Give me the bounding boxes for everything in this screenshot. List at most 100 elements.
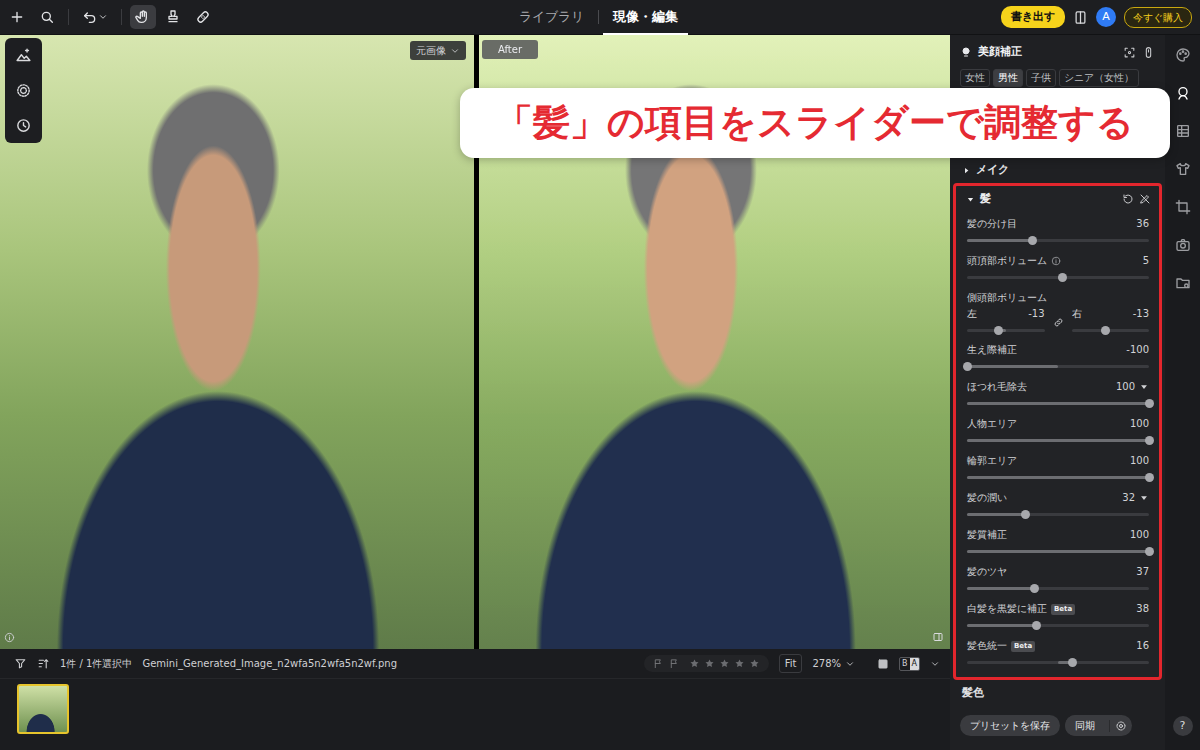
slider-value[interactable]: -13: [1133, 306, 1149, 322]
slider-track[interactable]: [967, 661, 1149, 664]
flag-icon[interactable]: [653, 658, 664, 669]
star-icon[interactable]: [749, 658, 760, 669]
undo-tool-button[interactable]: [77, 5, 113, 29]
reject-flag-icon[interactable]: [669, 658, 680, 669]
slider-track[interactable]: [967, 365, 1149, 368]
slider-knob[interactable]: [1145, 436, 1154, 445]
avatar[interactable]: A: [1096, 7, 1116, 27]
makeup-section[interactable]: メイク: [950, 159, 1165, 181]
filter-icon[interactable]: [14, 657, 27, 670]
star-icon[interactable]: [704, 658, 715, 669]
undo-icon[interactable]: [82, 9, 98, 25]
slider-value[interactable]: 32: [1122, 490, 1135, 506]
crop-icon[interactable]: [1175, 199, 1191, 215]
slider-track[interactable]: [967, 550, 1149, 553]
help-button[interactable]: ?: [1173, 716, 1193, 736]
section-label[interactable]: 髪: [980, 191, 1117, 207]
rail-button[interactable]: [1175, 237, 1191, 253]
slider-value[interactable]: -100: [1126, 342, 1149, 358]
panel-toggle-icon[interactable]: [932, 631, 944, 643]
star-icon[interactable]: [719, 658, 730, 669]
slider-value[interactable]: 100: [1130, 527, 1149, 543]
slider-value[interactable]: 16: [1136, 638, 1149, 654]
export-button[interactable]: 書き出す: [1001, 6, 1065, 29]
slider-track[interactable]: [967, 624, 1149, 627]
search-icon[interactable]: [39, 9, 55, 25]
preset-tag[interactable]: 女性: [960, 69, 990, 87]
slider-value[interactable]: 100: [1116, 379, 1135, 395]
mode-tab[interactable]: 現像・編集: [603, 0, 688, 35]
settings-icon[interactable]: [1109, 720, 1132, 732]
heal-tool-button[interactable]: [190, 5, 216, 29]
slider-value[interactable]: 36: [1136, 216, 1149, 232]
slider-knob[interactable]: [1101, 326, 1110, 335]
auto-icon[interactable]: [15, 47, 32, 64]
slider-track[interactable]: [1072, 329, 1150, 332]
before-label[interactable]: 元画像: [416, 43, 446, 58]
expand-icon[interactable]: [1139, 493, 1149, 503]
disable-edit-icon[interactable]: [1139, 193, 1151, 205]
rail-button[interactable]: [1175, 47, 1191, 63]
history-icon[interactable]: [15, 117, 32, 134]
section-label[interactable]: 髪色: [950, 680, 1165, 701]
heal-icon[interactable]: [195, 9, 211, 25]
stamp-icon[interactable]: [165, 9, 181, 25]
rail-button[interactable]: [1175, 275, 1191, 291]
star-icon[interactable]: [689, 658, 700, 669]
slider-track[interactable]: [967, 587, 1149, 590]
palette-icon[interactable]: [1175, 47, 1191, 63]
compare-toggle-icon[interactable]: [1142, 46, 1155, 59]
add-icon[interactable]: [9, 9, 25, 25]
slider-knob[interactable]: [963, 362, 972, 371]
slider-knob[interactable]: [1145, 473, 1154, 482]
add-tool-button[interactable]: [4, 5, 30, 29]
single-view-icon[interactable]: [877, 658, 889, 670]
chevron-down-icon[interactable]: [930, 659, 940, 669]
shirt-icon[interactable]: [1175, 161, 1191, 177]
fit-button[interactable]: Fit: [779, 654, 803, 673]
expand-icon[interactable]: [962, 166, 971, 175]
info-icon[interactable]: [1051, 256, 1061, 266]
slider-knob[interactable]: [1030, 584, 1039, 593]
slider-track[interactable]: [967, 239, 1149, 242]
compare-after[interactable]: A: [910, 658, 919, 670]
expand-icon[interactable]: [1139, 382, 1149, 392]
face-detect-icon[interactable]: [1123, 46, 1136, 59]
slider-track[interactable]: [967, 439, 1149, 442]
slider-value[interactable]: 100: [1130, 416, 1149, 432]
sync-button[interactable]: 同期: [1065, 715, 1109, 736]
slider-track[interactable]: [967, 402, 1149, 405]
preset-tag[interactable]: シニア（女性）: [1059, 69, 1139, 87]
chevron-down-icon[interactable]: [845, 659, 855, 669]
search-tool-button[interactable]: [34, 5, 60, 29]
slider-track[interactable]: [967, 513, 1149, 516]
slider-value[interactable]: 5: [1143, 253, 1149, 269]
slider-value[interactable]: 38: [1136, 601, 1149, 617]
slider-track[interactable]: [967, 329, 1045, 332]
mode-tab[interactable]: ライブラリ: [509, 0, 594, 35]
layout-icon[interactable]: [1073, 10, 1088, 25]
slider-knob[interactable]: [1145, 399, 1154, 408]
slider-knob[interactable]: [1058, 273, 1067, 282]
reset-icon[interactable]: [1122, 193, 1134, 205]
preset-tag[interactable]: 男性: [993, 69, 1023, 87]
face-icon[interactable]: [1175, 85, 1191, 101]
slider-value[interactable]: -13: [1028, 306, 1044, 322]
chevron-down-icon[interactable]: [450, 46, 460, 56]
rail-button[interactable]: [1175, 199, 1191, 215]
hair-header[interactable]: 髪: [956, 186, 1159, 212]
zoom-dropdown[interactable]: 278%: [812, 656, 855, 671]
slider-knob[interactable]: [1032, 621, 1041, 630]
zoom-value[interactable]: 278%: [812, 656, 841, 671]
folder-icon[interactable]: [1175, 275, 1191, 291]
before-dropdown[interactable]: 元画像: [410, 41, 466, 60]
rail-button[interactable]: [1175, 85, 1191, 101]
slider-knob[interactable]: [1021, 510, 1030, 519]
camera-icon[interactable]: [1175, 237, 1191, 253]
slider-track[interactable]: [967, 276, 1149, 279]
slider-knob[interactable]: [1028, 236, 1037, 245]
sort-icon[interactable]: [37, 657, 50, 670]
save-preset-button[interactable]: プリセットを保存: [960, 715, 1060, 736]
stamp-tool-button[interactable]: [160, 5, 186, 29]
preset-tag[interactable]: 子供: [1026, 69, 1056, 87]
